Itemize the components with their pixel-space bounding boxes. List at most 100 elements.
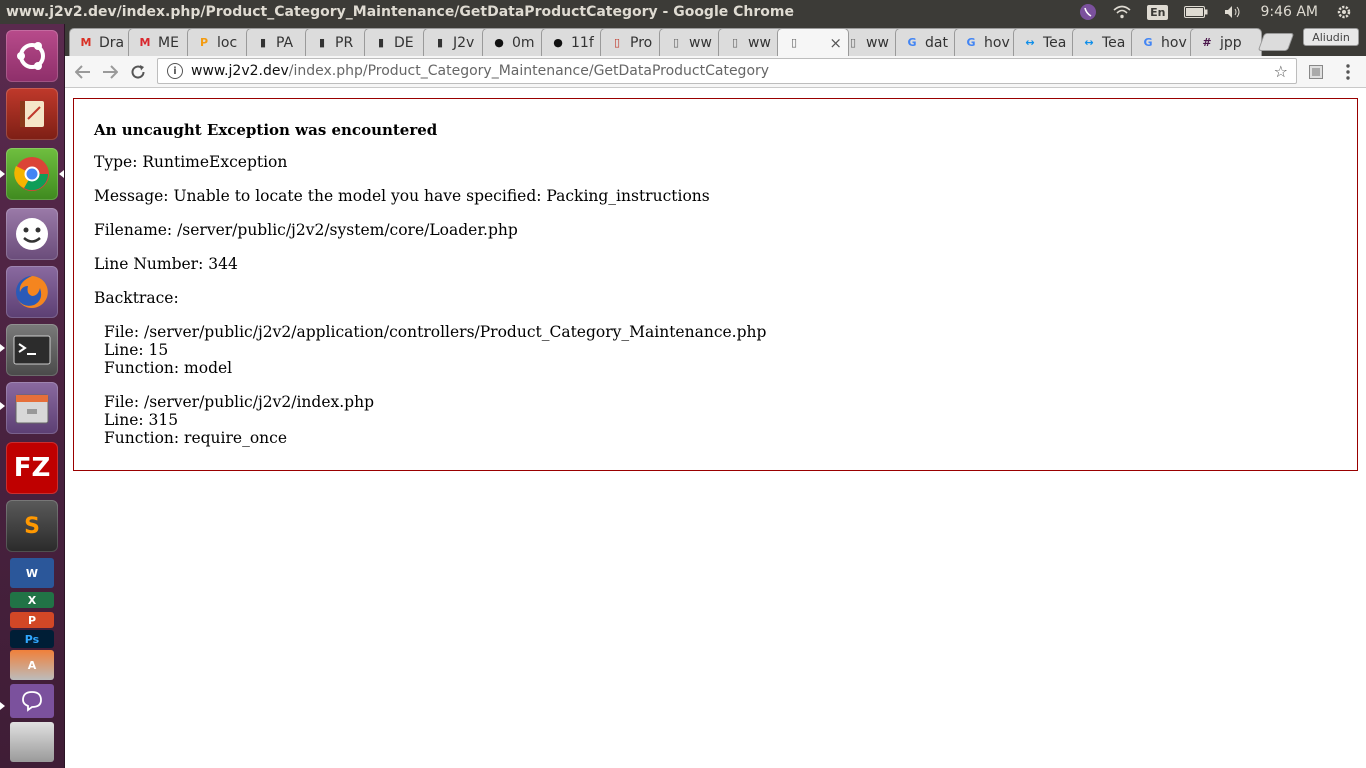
- close-tab-icon[interactable]: ×: [829, 34, 842, 52]
- tab-title: PR: [335, 34, 354, 51]
- sublime-text-icon[interactable]: S: [6, 500, 58, 552]
- tab-title: hov: [984, 34, 1010, 51]
- photoshop-icon[interactable]: Ps: [10, 630, 54, 648]
- page-icon: ▯: [790, 36, 798, 49]
- address-bar[interactable]: i www.j2v2.dev/index.php/Product_Categor…: [157, 58, 1297, 84]
- page-content: An uncaught Exception was encountered Ty…: [65, 88, 1366, 768]
- battery-icon[interactable]: [1176, 0, 1216, 24]
- backtrace-file: File: /server/public/j2v2/index.php: [104, 393, 374, 411]
- gmail-icon: M: [80, 36, 92, 49]
- window-title: www.j2v2.dev/index.php/Product_Category_…: [6, 4, 794, 20]
- teamviewer-icon: ↔: [1084, 36, 1094, 49]
- url-path: /index.php/Product_Category_Maintenance/…: [288, 63, 770, 79]
- tab-title: ME: [158, 34, 179, 51]
- site-info-icon[interactable]: i: [167, 63, 183, 79]
- github-icon: ●: [553, 36, 563, 49]
- page-icon: ▯: [731, 36, 739, 49]
- google-icon: G: [966, 36, 976, 49]
- software-center-icon[interactable]: A: [10, 650, 54, 680]
- url-host: www.j2v2.dev: [191, 63, 289, 79]
- tab-title: ww: [866, 34, 889, 51]
- tab-title: loc: [217, 34, 238, 51]
- tab-title: hov: [1161, 34, 1187, 51]
- profile-button[interactable]: Aliudin: [1303, 28, 1359, 46]
- tab-title: J2v: [453, 34, 475, 51]
- tab[interactable]: # jpp: [1190, 28, 1262, 56]
- mega-icon: M: [139, 36, 151, 49]
- backtrace-line: Line: 15: [104, 341, 169, 359]
- tab-title: Tea: [1102, 34, 1126, 51]
- tab-title: Pro: [630, 34, 653, 51]
- running-indicator: [0, 170, 5, 178]
- tab-title: DE: [394, 34, 414, 51]
- tab-title: dat: [925, 34, 948, 51]
- settings-gear-icon[interactable]: [1328, 0, 1360, 24]
- tab-title: 11f: [571, 34, 594, 51]
- reload-icon: [131, 65, 145, 79]
- tab-title: 0m: [512, 34, 535, 51]
- tab-title: Tea: [1043, 34, 1067, 51]
- backtrace-entry: File: /server/public/j2v2/application/co…: [104, 323, 1337, 377]
- arrow-right-icon: [103, 65, 118, 79]
- page-icon: ▯: [672, 36, 680, 49]
- new-tab-button[interactable]: [1257, 33, 1295, 51]
- terminal-icon[interactable]: [6, 324, 58, 376]
- excel-icon[interactable]: X: [10, 592, 54, 608]
- google-icon: G: [907, 36, 917, 49]
- viber-tray-icon[interactable]: [1071, 0, 1105, 24]
- firefox-icon[interactable]: [6, 266, 58, 318]
- pidgin-icon[interactable]: [6, 208, 58, 260]
- window-title-bar: www.j2v2.dev/index.php/Product_Category_…: [0, 0, 1366, 24]
- exception-box: An uncaught Exception was encountered Ty…: [73, 98, 1358, 471]
- github-icon: ●: [494, 36, 504, 49]
- tab-title: jpp: [1220, 34, 1242, 51]
- backtrace-function: Function: model: [104, 359, 233, 377]
- exception-line-number: Line Number: 344: [94, 255, 238, 273]
- system-indicators: En 9:46 AM: [1071, 0, 1366, 24]
- backtrace-file: File: /server/public/j2v2/application/co…: [104, 323, 767, 341]
- running-indicator: [0, 702, 5, 710]
- slack-icon: #: [1202, 36, 1212, 49]
- scanner-icon[interactable]: [10, 722, 54, 762]
- extension-icon[interactable]: [1306, 62, 1326, 82]
- teamviewer-icon: ↔: [1025, 36, 1035, 49]
- keyboard-layout-indicator[interactable]: En: [1139, 0, 1176, 24]
- filezilla-icon[interactable]: FZ: [6, 442, 58, 494]
- clock[interactable]: 9:46 AM: [1250, 0, 1328, 24]
- tab[interactable]: ▯ ×: [777, 28, 849, 56]
- bookmark-star-icon[interactable]: ☆: [1274, 62, 1288, 81]
- chrome-icon[interactable]: [6, 148, 58, 200]
- exception-heading: An uncaught Exception was encountered: [94, 121, 438, 139]
- exception-message: Message: Unable to locate the model you …: [94, 187, 710, 205]
- powerpoint-icon[interactable]: P: [10, 612, 54, 628]
- back-button[interactable]: [70, 60, 96, 84]
- trello-icon: ▮: [318, 36, 326, 49]
- tab-title: ww: [689, 34, 712, 51]
- trello-icon: ▮: [377, 36, 385, 49]
- running-indicator: [0, 344, 5, 352]
- backtrace-line: Line: 315: [104, 411, 179, 429]
- menu-kebab-icon[interactable]: [1338, 62, 1358, 82]
- files-icon[interactable]: [6, 382, 58, 434]
- viber-icon[interactable]: [10, 684, 54, 718]
- unity-launcher: FZ S W X P Ps A: [0, 24, 65, 768]
- backtrace-label: Backtrace:: [94, 289, 179, 307]
- word-icon[interactable]: W: [10, 558, 54, 588]
- volume-icon[interactable]: [1216, 0, 1250, 24]
- trello-icon: ▮: [436, 36, 444, 49]
- tab-title: ww: [748, 34, 771, 51]
- ubuntu-dash-icon[interactable]: [6, 30, 58, 82]
- trello-icon: ▮: [259, 36, 267, 49]
- exception-filename: Filename: /server/public/j2v2/system/cor…: [94, 221, 518, 239]
- browser-toolbar: i www.j2v2.dev/index.php/Product_Categor…: [65, 56, 1366, 88]
- backtrace-entry: File: /server/public/j2v2/index.php Line…: [104, 393, 1337, 447]
- phpmyadmin-icon: P: [199, 36, 209, 49]
- exception-type: Type: RuntimeException: [94, 153, 288, 171]
- book-app-icon[interactable]: [6, 88, 58, 140]
- forward-button[interactable]: [97, 60, 123, 84]
- running-indicator: [0, 402, 5, 410]
- tab-title: PA: [276, 34, 294, 51]
- wifi-icon[interactable]: [1105, 0, 1139, 24]
- arrow-left-icon: [75, 65, 90, 79]
- reload-button[interactable]: [125, 60, 151, 84]
